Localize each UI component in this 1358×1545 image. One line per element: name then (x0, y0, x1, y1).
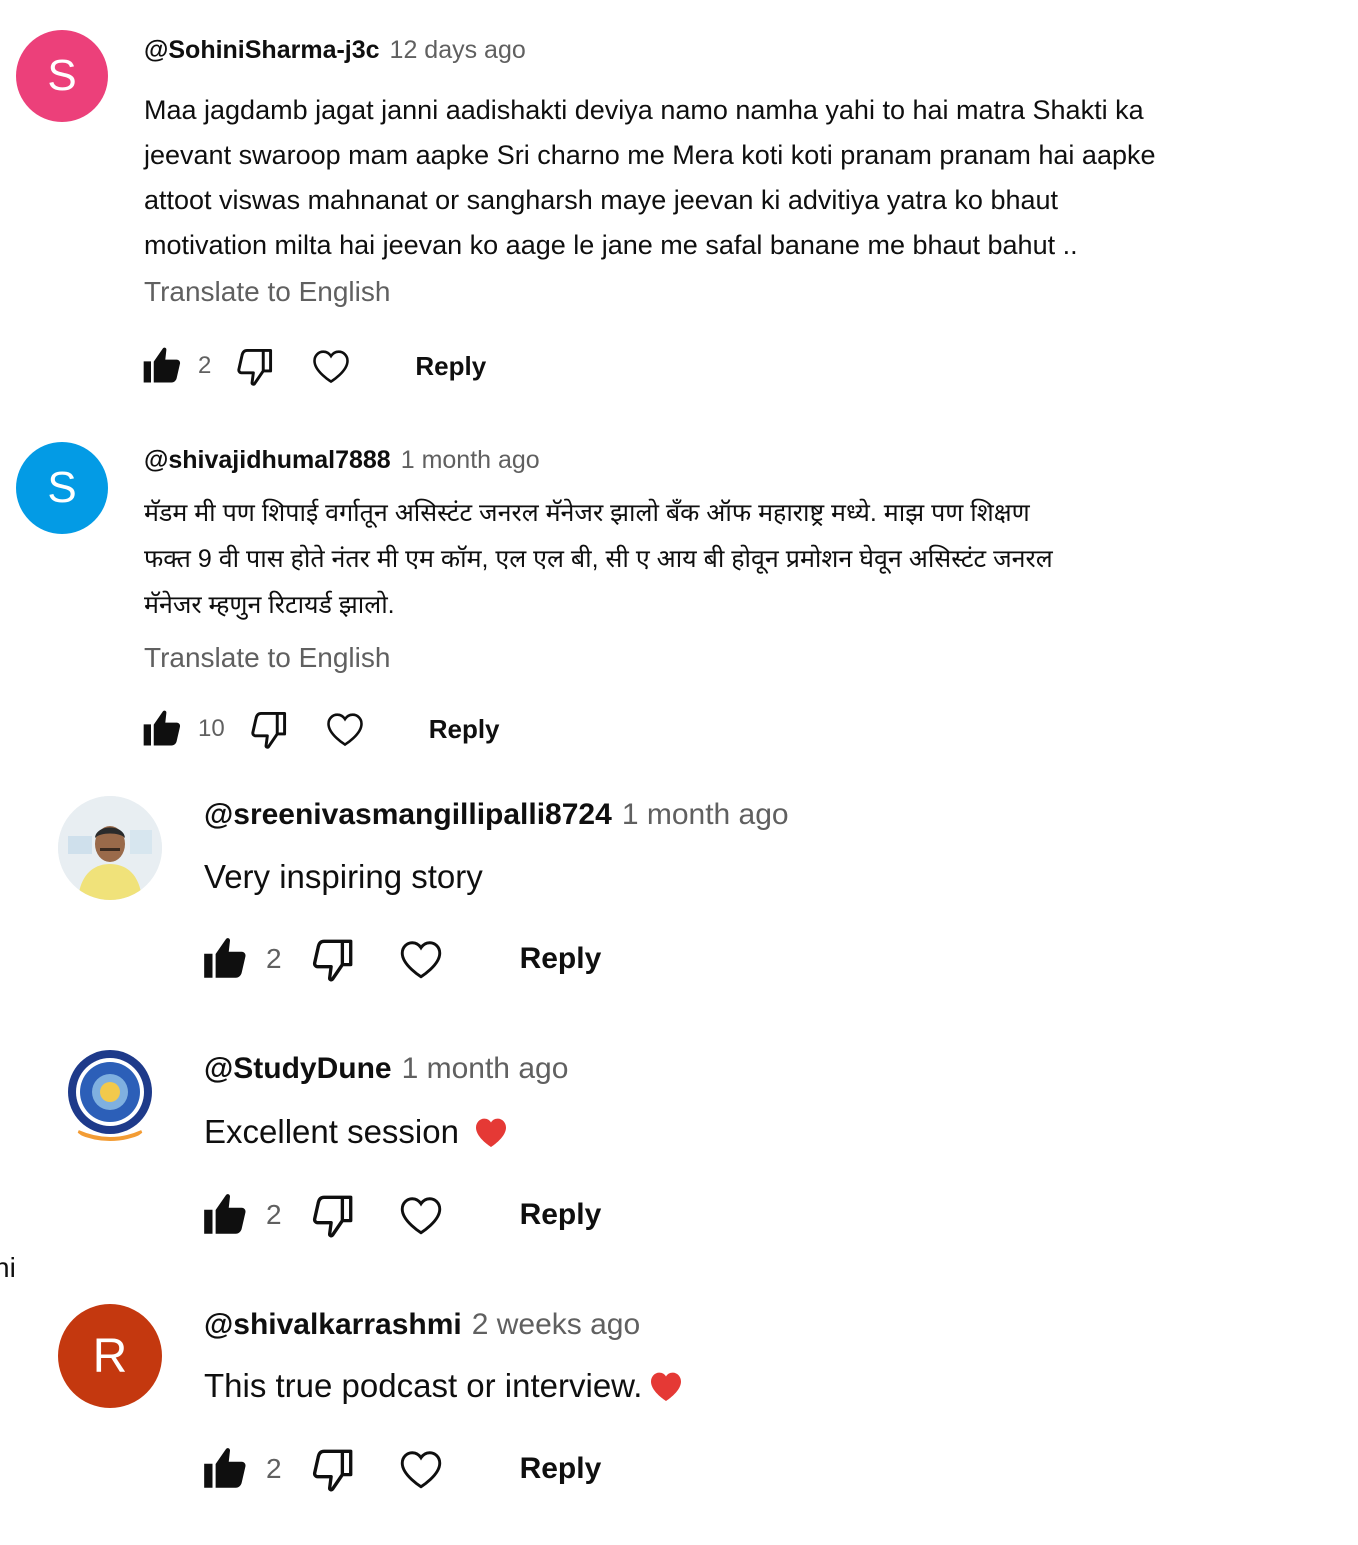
avatar-letter: S (47, 463, 77, 512)
comment-header: @SohiniSharma-j3c 12 days ago (144, 36, 526, 65)
reply-button[interactable]: Reply (520, 1452, 602, 1486)
clipped-left-text: ni (0, 1252, 16, 1283)
author-name[interactable]: @sreenivasmangillipalli8724 (204, 798, 612, 831)
love-button[interactable] (396, 934, 446, 984)
person-photo-icon (58, 796, 162, 900)
timestamp[interactable]: 1 month ago (402, 1052, 569, 1085)
thumbs-up-icon (143, 710, 181, 746)
avatar[interactable]: S (16, 442, 108, 534)
comment-header: @sreenivasmangillipalli8724 1 month ago (204, 798, 789, 832)
reply-button[interactable]: Reply (520, 1198, 602, 1232)
heart-outline-icon (400, 1451, 441, 1489)
author-name[interactable]: @shivalkarrashmi (204, 1308, 462, 1341)
dislike-button[interactable] (308, 934, 358, 984)
avatar[interactable]: R (58, 1304, 162, 1408)
comment-text-row: This true podcast or interview. (204, 1366, 686, 1406)
heart-outline-icon (313, 350, 350, 384)
comment-header: @shivalkarrashmi 2 weeks ago (204, 1308, 640, 1342)
heart-outline-icon (400, 941, 441, 979)
like-button[interactable] (200, 934, 250, 984)
author-name[interactable]: @SohiniSharma-j3c (144, 36, 380, 64)
love-button[interactable] (323, 707, 367, 751)
dislike-button[interactable] (247, 707, 291, 751)
thumbs-down-icon (237, 348, 273, 386)
like-count: 2 (266, 1453, 282, 1484)
comment-actions: 2 Reply (140, 342, 486, 390)
comment-line: motivation milta hai jeevan ko aage le j… (144, 230, 1078, 260)
comment-line: jeevant swaroop mam aapke Sri charno me … (144, 140, 1156, 170)
like-count: 2 (266, 943, 282, 974)
comment-line: Maa jagdamb jagat janni aadishakti deviy… (144, 95, 1144, 125)
dislike-button[interactable] (233, 344, 277, 388)
comment-actions: 10 Reply (140, 705, 500, 753)
comment-text: मॅडम मी पण शिपाई वर्गातून असिस्टंट जनरल … (144, 490, 1344, 628)
reply-button[interactable]: Reply (520, 942, 602, 976)
heart-outline-icon (400, 1197, 441, 1235)
love-button[interactable] (396, 1190, 446, 1240)
thumbs-down-icon (312, 939, 352, 982)
avatar[interactable]: S (16, 30, 108, 122)
avatar-letter: R (92, 1329, 128, 1383)
comment-actions: 2 Reply (200, 932, 601, 986)
thumbs-up-icon (143, 347, 181, 383)
author-name[interactable]: @shivajidhumal7888 (144, 446, 391, 474)
translate-button[interactable]: Translate to English (144, 642, 390, 674)
timestamp[interactable]: 2 weeks ago (472, 1308, 640, 1341)
author-name[interactable]: @StudyDune (204, 1052, 392, 1085)
comment-line: attoot viswas mahnanat or sangharsh maye… (144, 185, 1059, 215)
thumbs-up-icon (204, 1194, 246, 1234)
love-button[interactable] (396, 1444, 446, 1494)
comment-text: Very inspiring story (204, 858, 483, 895)
dislike-button[interactable] (308, 1190, 358, 1240)
thumbs-up-icon (204, 938, 246, 978)
comment-text-row: Excellent session (204, 1112, 511, 1152)
avatar-logo[interactable] (58, 1040, 162, 1144)
comment-line: मॅडम मी पण शिपाई वर्गातून असिस्टंट जनरल … (144, 499, 1030, 527)
like-button[interactable] (140, 707, 184, 751)
like-button[interactable] (200, 1444, 250, 1494)
red-heart-emoji-icon (651, 1372, 682, 1401)
love-button[interactable] (309, 344, 353, 388)
like-count: 2 (198, 352, 212, 379)
comment-actions: 2 Reply (200, 1188, 601, 1242)
timestamp[interactable]: 12 days ago (390, 36, 526, 64)
like-button[interactable] (200, 1190, 250, 1240)
timestamp[interactable]: 1 month ago (401, 446, 540, 474)
avatar-letter: S (47, 51, 77, 100)
like-button[interactable] (140, 344, 184, 388)
thumbs-down-icon (251, 711, 286, 749)
reply-button[interactable]: Reply (415, 351, 486, 382)
thumbs-down-icon (312, 1449, 352, 1492)
reply-button[interactable]: Reply (429, 714, 500, 745)
comment-actions: 2 Reply (200, 1442, 601, 1496)
comment-header: @StudyDune 1 month ago (204, 1052, 568, 1086)
timestamp[interactable]: 1 month ago (622, 798, 789, 831)
seal-logo-icon (68, 1050, 152, 1141)
comment-header: @shivajidhumal7888 1 month ago (144, 446, 540, 475)
dislike-button[interactable] (308, 1444, 358, 1494)
comment-line: मॅनेजर म्हणुन रिटायर्ड झालो. (144, 591, 395, 619)
comment-line: फक्त 9 वी पास होते नंतर मी एम कॉम, एल एल… (144, 545, 1053, 573)
like-count: 2 (266, 1199, 282, 1230)
comment-text: This true podcast or interview. (204, 1367, 643, 1404)
red-heart-emoji-icon (475, 1118, 506, 1147)
translate-button[interactable]: Translate to English (144, 276, 390, 308)
avatar-photo[interactable] (58, 796, 162, 900)
thumbs-up-icon (204, 1448, 246, 1488)
comment-text: Excellent session (204, 1113, 459, 1150)
heart-outline-icon (326, 713, 363, 747)
thumbs-down-icon (312, 1195, 352, 1238)
like-count: 10 (198, 715, 225, 742)
comment-text: Maa jagdamb jagat janni aadishakti deviy… (144, 88, 1344, 268)
